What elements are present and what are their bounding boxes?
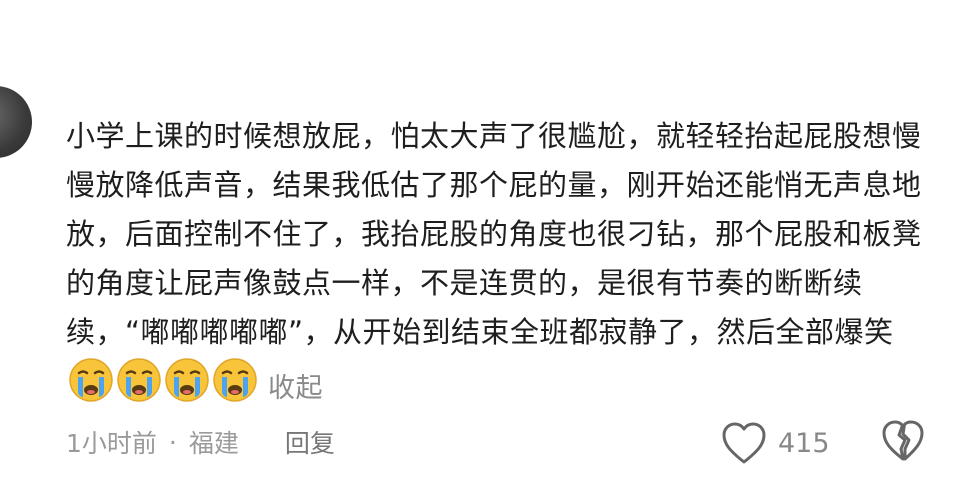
location: 福建 bbox=[188, 429, 239, 458]
comment-text: 小学上课的时候想放屁，怕太大声了很尴尬，就轻轻抬起屁股想慢慢放降低声音，结果我低… bbox=[66, 119, 922, 349]
comment-meta: 1小时前 · 福建 回复 bbox=[66, 420, 335, 464]
timestamp: 1小时前 bbox=[66, 429, 157, 458]
broken-heart-icon[interactable] bbox=[880, 418, 926, 464]
like-button[interactable]: 415 bbox=[720, 418, 830, 468]
avatar[interactable] bbox=[0, 86, 32, 158]
crying-face-emoji bbox=[69, 358, 113, 402]
crying-face-emoji bbox=[165, 358, 209, 402]
collapse-link[interactable]: 收起 bbox=[268, 373, 323, 404]
like-count: 415 bbox=[778, 427, 830, 459]
crying-face-emoji bbox=[213, 358, 257, 402]
reply-button[interactable]: 回复 bbox=[285, 424, 335, 460]
meta-separator: · bbox=[168, 427, 177, 457]
emoji-group bbox=[68, 357, 258, 403]
crying-face-emoji bbox=[117, 358, 161, 402]
heart-outline-icon bbox=[722, 422, 766, 464]
comment-body: 小学上课的时候想放屁，怕太大声了很尴尬，就轻轻抬起屁股想慢慢放降低声音，结果我低… bbox=[66, 112, 946, 413]
